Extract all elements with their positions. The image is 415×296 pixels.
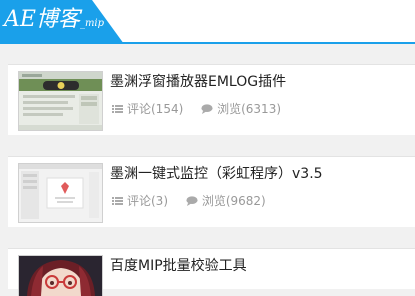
comment-count-text: 评论(3)	[127, 193, 168, 208]
post-thumbnail[interactable]	[18, 255, 103, 296]
site-logo[interactable]: AE博客_mip	[0, 0, 124, 44]
post-title[interactable]: 墨渊一键式监控（彩虹程序）v3.5	[110, 165, 323, 183]
list-icon	[112, 105, 123, 113]
thumbnail-monitor-image	[19, 164, 102, 222]
thumbnail-player-image	[19, 72, 102, 130]
logo-main-text: AE博客	[4, 7, 80, 32]
post-thumbnail[interactable]	[18, 163, 103, 223]
comment-count: 评论(3)	[112, 193, 168, 209]
post-meta: 评论(154) 浏览(6313)	[112, 100, 281, 117]
view-count: 浏览(9682)	[186, 193, 266, 209]
header-divider	[0, 42, 415, 44]
comment-count: 评论(154)	[112, 101, 183, 117]
comment-count-text: 评论(154)	[127, 101, 184, 116]
view-count: 浏览(6313)	[201, 101, 281, 117]
post-card[interactable]: 百度MIP批量校验工具	[8, 248, 415, 296]
post-title[interactable]: 百度MIP批量校验工具	[110, 257, 247, 275]
logo-sub-text: _mip	[79, 18, 105, 29]
list-icon	[112, 197, 123, 205]
post-thumbnail[interactable]	[18, 71, 103, 131]
post-title[interactable]: 墨渊浮窗播放器EMLOG插件	[110, 73, 286, 91]
speech-bubble-icon	[186, 196, 198, 206]
site-header: AE博客_mip	[0, 0, 415, 44]
speech-bubble-icon	[201, 104, 213, 114]
post-meta: 评论(3) 浏览(9682)	[112, 192, 266, 209]
thumbnail-anime-image	[19, 256, 102, 296]
view-count-text: 浏览(9682)	[201, 193, 266, 208]
post-card[interactable]: 墨渊一键式监控（彩虹程序）v3.5 评论(3) 浏览(9682)	[8, 156, 415, 227]
post-card[interactable]: 墨渊浮窗播放器EMLOG插件 评论(154) 浏览(6313)	[8, 64, 415, 135]
view-count-text: 浏览(6313)	[217, 101, 282, 116]
logo-text: AE博客_mip	[4, 6, 104, 38]
